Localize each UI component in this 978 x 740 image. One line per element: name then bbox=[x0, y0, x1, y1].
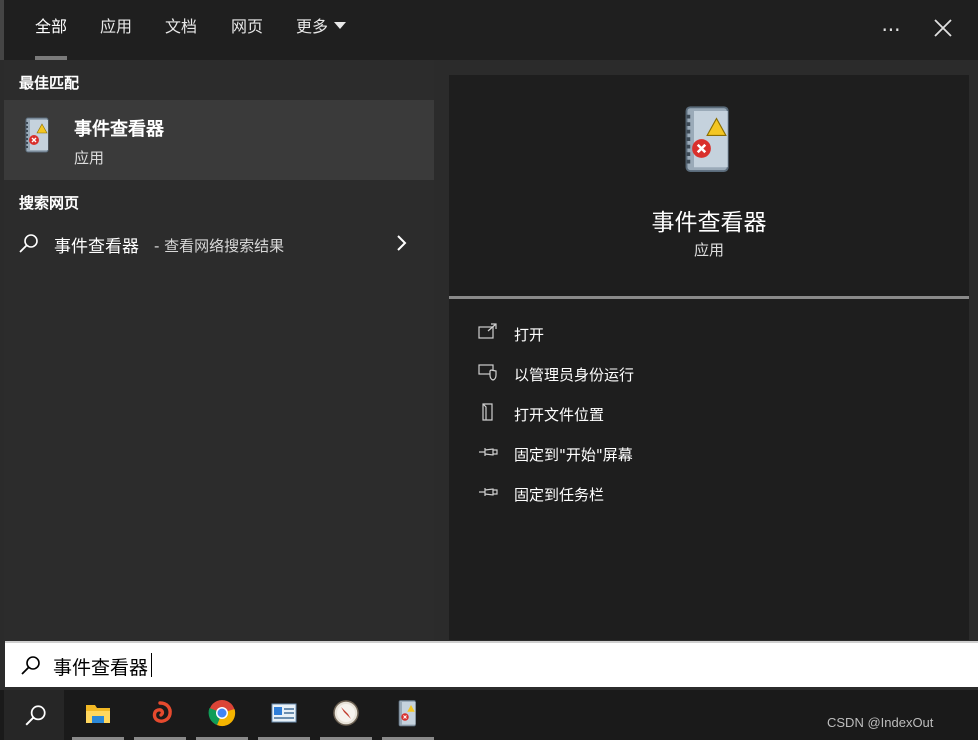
action-open[interactable]: 打开 bbox=[477, 319, 877, 349]
tab-web[interactable]: 网页 bbox=[231, 0, 263, 60]
divider bbox=[449, 296, 969, 299]
web-result-subtitle: - 查看网络搜索结果 bbox=[154, 237, 285, 255]
search-input[interactable]: 事件查看器 bbox=[53, 653, 148, 680]
action-label: 固定到"开始"屏幕 bbox=[514, 446, 633, 464]
action-pin-to-taskbar[interactable]: 固定到任务栏 bbox=[477, 479, 877, 509]
tab-more-label: 更多 bbox=[296, 17, 329, 36]
best-match-result[interactable]: 事件查看器 应用 bbox=[4, 100, 434, 180]
web-search-result[interactable]: 事件查看器 - 查看网络搜索结果 bbox=[4, 225, 434, 263]
text-caret bbox=[151, 653, 152, 677]
admin-shield-icon bbox=[477, 362, 501, 384]
best-match-subtitle: 应用 bbox=[74, 149, 105, 167]
file-location-icon bbox=[477, 402, 501, 424]
tab-more[interactable]: 更多 bbox=[296, 0, 347, 60]
detail-pane: 事件查看器 应用 打开 以管理员身份运行 打开文件位置 固定到"开始"屏幕 固定… bbox=[449, 75, 969, 640]
action-label: 打开文件位置 bbox=[514, 406, 605, 424]
pin-icon bbox=[477, 442, 501, 464]
taskbar: CSDN @IndexOut bbox=[0, 690, 978, 740]
compass-app-icon[interactable] bbox=[320, 690, 372, 740]
web-search-heading: 搜索网页 bbox=[19, 194, 80, 212]
action-run-as-admin[interactable]: 以管理员身份运行 bbox=[477, 359, 877, 389]
action-label: 以管理员身份运行 bbox=[514, 366, 635, 384]
pin-icon bbox=[477, 482, 501, 504]
search-icon bbox=[18, 232, 40, 258]
control-panel-icon[interactable] bbox=[258, 690, 310, 740]
spiral-app-icon[interactable] bbox=[134, 690, 186, 740]
results-pane: 最佳匹配 事件查看器 应用 搜索网页 事件查看器 - 查看网络搜索结果 bbox=[4, 60, 434, 640]
search-icon bbox=[20, 654, 42, 680]
action-label: 固定到任务栏 bbox=[514, 486, 605, 504]
tab-all[interactable]: 全部 bbox=[35, 0, 68, 60]
tab-documents[interactable]: 文档 bbox=[165, 0, 197, 60]
search-tab-bar: 全部 应用 文档 网页 更多 ··· bbox=[0, 0, 978, 60]
tab-apps[interactable]: 应用 bbox=[100, 0, 132, 60]
event-viewer-icon bbox=[679, 103, 739, 183]
search-box[interactable]: 事件查看器 bbox=[5, 641, 978, 687]
close-icon[interactable] bbox=[926, 13, 960, 47]
web-result-title: 事件查看器 bbox=[54, 237, 139, 257]
event-viewer-icon bbox=[22, 116, 54, 160]
best-match-heading: 最佳匹配 bbox=[19, 74, 80, 92]
chevron-right-icon[interactable] bbox=[394, 232, 410, 258]
chevron-down-icon bbox=[334, 22, 347, 29]
chrome-icon[interactable] bbox=[196, 690, 248, 740]
more-dots-icon[interactable]: ··· bbox=[874, 13, 908, 47]
detail-title: 事件查看器 bbox=[651, 210, 767, 236]
action-pin-to-start[interactable]: 固定到"开始"屏幕 bbox=[477, 439, 877, 469]
open-icon bbox=[477, 322, 501, 344]
search-icon bbox=[25, 705, 46, 726]
file-explorer-icon[interactable] bbox=[72, 690, 124, 740]
action-label: 打开 bbox=[514, 326, 545, 344]
action-open-file-location[interactable]: 打开文件位置 bbox=[477, 399, 877, 429]
event-viewer-icon[interactable] bbox=[382, 690, 434, 740]
best-match-title: 事件查看器 bbox=[74, 119, 164, 140]
detail-subtitle: 应用 bbox=[693, 241, 724, 259]
taskbar-search-button[interactable] bbox=[4, 690, 64, 740]
watermark: CSDN @IndexOut bbox=[827, 715, 934, 730]
